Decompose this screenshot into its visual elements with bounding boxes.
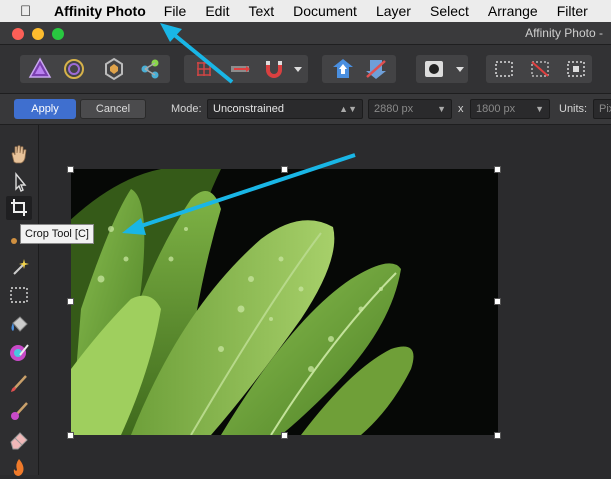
height-value: 1800 px <box>476 103 516 115</box>
select-all-icon[interactable] <box>490 55 518 83</box>
menu-document[interactable]: Document <box>293 3 357 19</box>
width-dropdown-icon: ▼ <box>437 104 446 114</box>
height-dropdown-icon: ▼ <box>535 104 544 114</box>
crop-tool-icon[interactable] <box>6 196 32 220</box>
eraser-tool-icon[interactable] <box>6 427 32 451</box>
main-toolbar <box>0 45 611 94</box>
paint-brush-icon[interactable] <box>6 371 32 395</box>
height-field[interactable]: 1800 px ▼ <box>470 99 550 119</box>
move-tool-icon[interactable] <box>6 170 32 194</box>
color-picker-icon[interactable] <box>6 341 32 365</box>
stepper-arrows-icon: ▲▼ <box>339 104 357 114</box>
hand-tool-icon[interactable] <box>6 142 32 166</box>
menu-text[interactable]: Text <box>248 3 274 19</box>
units-label: Units: <box>559 103 588 115</box>
width-field[interactable]: 2880 px ▼ <box>368 99 452 119</box>
crop-handle-bottom-right[interactable] <box>494 432 501 439</box>
color-replacement-icon[interactable] <box>6 399 32 423</box>
units-select[interactable]: Pix <box>593 99 611 119</box>
apple-icon[interactable]:  <box>20 3 36 20</box>
menu-file[interactable]: File <box>164 3 187 19</box>
marquee-tool-icon[interactable] <box>6 283 32 307</box>
invert-selection-icon[interactable] <box>562 55 590 83</box>
crop-handle-top-left[interactable] <box>67 166 74 173</box>
crop-handle-left[interactable] <box>67 298 74 305</box>
deselect-icon[interactable] <box>526 55 554 83</box>
mode-select[interactable]: Unconstrained ▲▼ <box>207 99 363 119</box>
context-toolbar: Apply Cancel Mode: Unconstrained ▲▼ 2880… <box>0 94 611 125</box>
window-title: Affinity Photo - <box>525 26 603 40</box>
move-forward-icon[interactable] <box>329 55 357 83</box>
menu-app-name[interactable]: Affinity Photo <box>54 3 146 19</box>
apply-button[interactable]: Apply <box>14 99 76 119</box>
crop-handle-top[interactable] <box>281 166 288 173</box>
menu-filter[interactable]: Filter <box>557 3 588 19</box>
liquify-persona-icon[interactable] <box>60 55 88 83</box>
menu-edit[interactable]: Edit <box>205 3 229 19</box>
move-back-icon[interactable] <box>362 55 390 83</box>
cancel-button[interactable]: Cancel <box>80 99 146 119</box>
develop-persona-icon[interactable] <box>100 55 128 83</box>
fill-tool-icon[interactable] <box>6 313 32 337</box>
menu-bar:  Affinity Photo File Edit Text Document… <box>0 0 611 22</box>
dimension-separator: x <box>458 103 464 115</box>
menu-arrange[interactable]: Arrange <box>488 3 538 19</box>
mask-dropdown-icon[interactable] <box>452 55 468 83</box>
export-persona-icon[interactable] <box>136 55 164 83</box>
snapping-dropdown-icon[interactable] <box>290 55 306 83</box>
units-value: Pix <box>599 103 611 115</box>
tools-panel <box>0 125 39 476</box>
menu-layer[interactable]: Layer <box>376 3 411 19</box>
align-snap-icon[interactable] <box>226 55 254 83</box>
mode-value: Unconstrained <box>213 103 284 115</box>
window-title-bar: Affinity Photo - <box>0 22 611 45</box>
crop-tool-tooltip: Crop Tool [C] <box>20 224 94 244</box>
magnet-snapping-icon[interactable] <box>260 55 288 83</box>
burn-tool-icon[interactable] <box>6 455 32 479</box>
crop-handle-top-right[interactable] <box>494 166 501 173</box>
leaf-photo[interactable] <box>71 169 498 435</box>
close-window-button[interactable] <box>12 28 24 40</box>
crop-handle-bottom-left[interactable] <box>67 432 74 439</box>
mode-label: Mode: <box>171 103 202 115</box>
width-value: 2880 px <box>374 103 414 115</box>
crop-handle-bottom[interactable] <box>281 432 288 439</box>
minimize-window-button[interactable] <box>32 28 44 40</box>
menu-select[interactable]: Select <box>430 3 469 19</box>
crop-handle-right[interactable] <box>494 298 501 305</box>
quick-mask-icon[interactable] <box>420 55 448 83</box>
zoom-window-button[interactable] <box>52 28 64 40</box>
grid-icon[interactable] <box>190 55 218 83</box>
photo-persona-icon[interactable] <box>26 55 54 83</box>
flood-select-icon[interactable] <box>6 255 32 279</box>
